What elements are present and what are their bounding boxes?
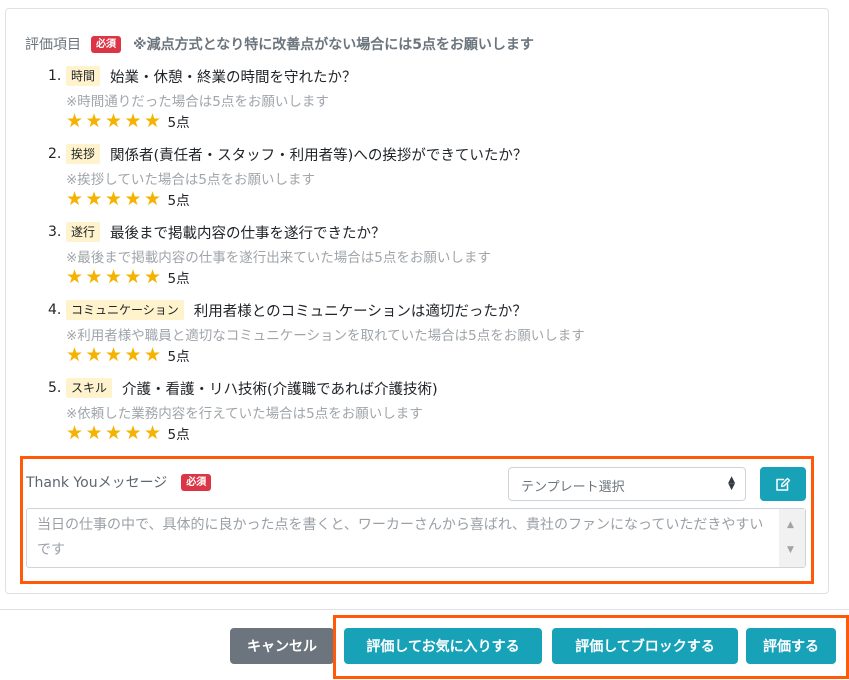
star-icon[interactable]: ★: [144, 267, 164, 287]
item-hint: ※最後まで掲載内容の仕事を遂行出来ていた場合は5点をお願いします: [66, 250, 491, 266]
highlight-action-buttons: [333, 615, 849, 679]
item-hint: ※時間通りだった場合は5点をお願いします: [66, 94, 329, 110]
star-icon[interactable]: ★: [105, 111, 125, 131]
item-question: 利用者様とのコミュニケーションは適切だったか？: [193, 303, 527, 320]
star-icon[interactable]: ★: [125, 423, 145, 443]
star-icon[interactable]: ★: [144, 189, 164, 209]
stars[interactable]: ★ ★ ★ ★ ★: [66, 111, 164, 131]
item-score: 5点: [167, 193, 190, 209]
star-rating[interactable]: ★ ★ ★ ★ ★ 5点: [66, 110, 768, 132]
star-icon[interactable]: ★: [105, 267, 125, 287]
star-icon[interactable]: ★: [86, 189, 106, 209]
cancel-button[interactable]: キャンセル: [230, 628, 334, 664]
required-badge: 必須: [91, 35, 121, 53]
item-hint: ※利用者様や職員と適切なコミュニケーションを取れていた場合は5点をお願いします: [66, 328, 585, 344]
stars[interactable]: ★ ★ ★ ★ ★: [66, 189, 164, 209]
star-icon[interactable]: ★: [66, 189, 86, 209]
evaluation-item-time: 1. 時間 始業・休憩・終業の時間を守れたか？ ※時間通りだった場合は5点をお願…: [48, 64, 768, 132]
star-icon[interactable]: ★: [144, 111, 164, 131]
item-question: 関係者(責任者・スタッフ・利用者等)への挨拶ができていたか？: [110, 147, 528, 164]
stars[interactable]: ★ ★ ★ ★ ★: [66, 423, 164, 443]
evaluation-item-communication: 4. コミュニケーション 利用者様とのコミュニケーションは適切だったか？ ※利用…: [48, 298, 768, 366]
star-rating[interactable]: ★ ★ ★ ★ ★ 5点: [66, 188, 768, 210]
star-icon[interactable]: ★: [86, 111, 106, 131]
star-icon[interactable]: ★: [86, 423, 106, 443]
star-icon[interactable]: ★: [86, 267, 106, 287]
star-icon[interactable]: ★: [105, 189, 125, 209]
item-tag: 挨拶: [66, 144, 101, 164]
item-score: 5点: [167, 271, 190, 287]
evaluation-note: ※減点方式となり特に改善点がない場合には5点をお願いします: [133, 37, 534, 53]
item-number: 5.: [48, 380, 62, 396]
item-hint: ※依頼した業務内容を行えていた場合は5点をお願いします: [66, 406, 423, 422]
item-question: 介護・看護・リハ技術(介護職であれば介護技術): [122, 381, 438, 398]
stars[interactable]: ★ ★ ★ ★ ★: [66, 345, 164, 365]
item-hint: ※挨拶していた場合は5点をお願いします: [66, 172, 315, 188]
item-score: 5点: [167, 115, 190, 131]
item-score: 5点: [167, 349, 190, 365]
item-tag: 遂行: [66, 222, 101, 242]
star-icon[interactable]: ★: [125, 189, 145, 209]
item-number: 2.: [48, 146, 62, 162]
star-icon[interactable]: ★: [66, 423, 86, 443]
stars[interactable]: ★ ★ ★ ★ ★: [66, 267, 164, 287]
item-number: 4.: [48, 302, 62, 318]
star-icon[interactable]: ★: [144, 345, 164, 365]
item-tag: 時間: [66, 66, 101, 86]
star-icon[interactable]: ★: [105, 345, 125, 365]
star-icon[interactable]: ★: [144, 423, 164, 443]
evaluation-label: 評価項目: [25, 37, 81, 53]
star-rating[interactable]: ★ ★ ★ ★ ★ 5点: [66, 422, 768, 444]
item-score: 5点: [167, 427, 190, 443]
item-number: 3.: [48, 224, 62, 240]
star-icon[interactable]: ★: [66, 111, 86, 131]
evaluation-item-execution: 3. 遂行 最後まで掲載内容の仕事を遂行できたか？ ※最後まで掲載内容の仕事を遂…: [48, 220, 768, 288]
item-question: 最後まで掲載内容の仕事を遂行できたか？: [110, 225, 386, 242]
star-icon[interactable]: ★: [125, 267, 145, 287]
star-rating[interactable]: ★ ★ ★ ★ ★ 5点: [66, 344, 768, 366]
item-number: 1.: [48, 68, 62, 84]
star-icon[interactable]: ★: [66, 267, 86, 287]
footer-divider: [0, 609, 849, 610]
star-icon[interactable]: ★: [105, 423, 125, 443]
evaluation-header: 評価項目 必須 ※減点方式となり特に改善点がない場合には5点をお願いします: [25, 34, 534, 54]
item-question: 始業・休憩・終業の時間を守れたか？: [110, 69, 357, 86]
star-icon[interactable]: ★: [86, 345, 106, 365]
evaluation-item-greeting: 2. 挨拶 関係者(責任者・スタッフ・利用者等)への挨拶ができていたか？ ※挨拶…: [48, 142, 768, 210]
item-tag: スキル: [66, 378, 113, 398]
evaluation-item-skill: 5. スキル 介護・看護・リハ技術(介護職であれば介護技術) ※依頼した業務内容…: [48, 376, 768, 444]
highlight-message-area: [20, 456, 814, 584]
item-tag: コミュニケーション: [66, 300, 184, 320]
star-rating[interactable]: ★ ★ ★ ★ ★ 5点: [66, 266, 768, 288]
star-icon[interactable]: ★: [125, 345, 145, 365]
star-icon[interactable]: ★: [66, 345, 86, 365]
star-icon[interactable]: ★: [125, 111, 145, 131]
